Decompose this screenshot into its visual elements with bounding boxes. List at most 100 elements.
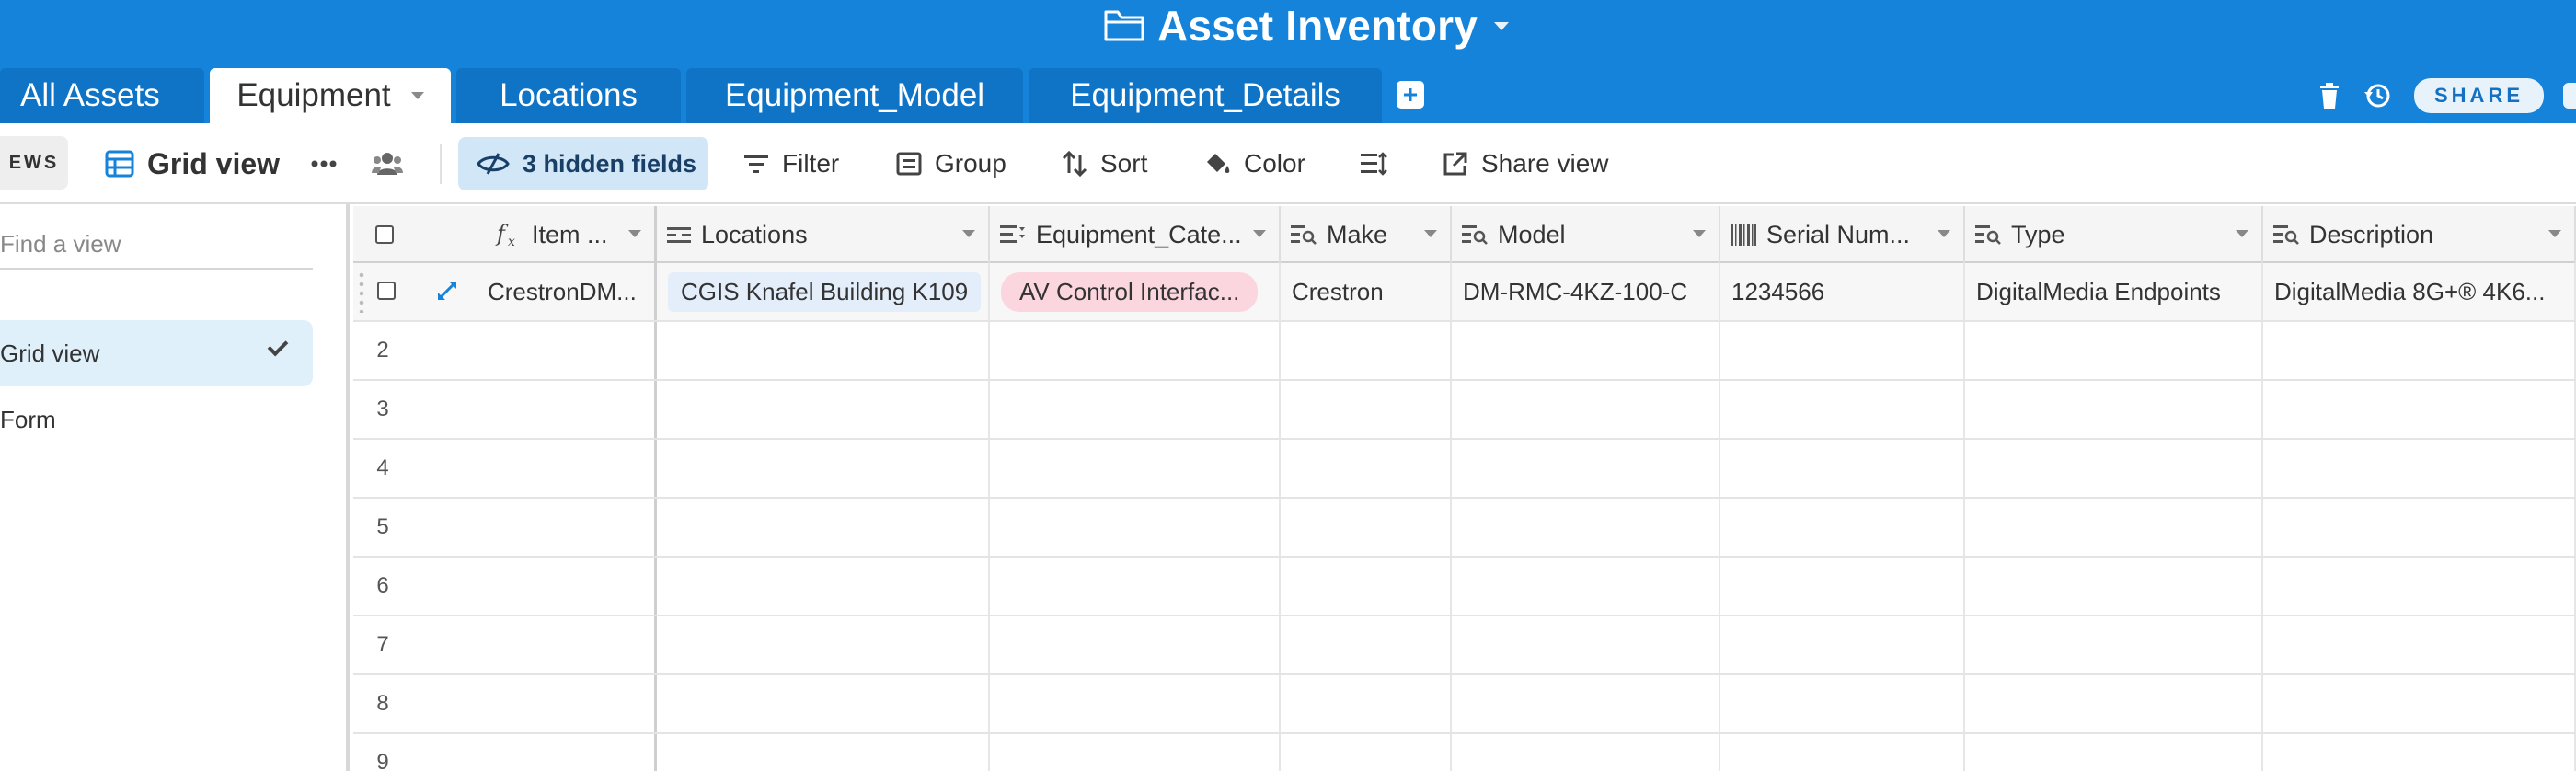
category-cell[interactable] bbox=[990, 440, 1281, 497]
hidden-fields-button[interactable]: 3 hidden fields bbox=[458, 137, 708, 190]
model-cell[interactable] bbox=[1452, 381, 1720, 438]
table-row[interactable]: 3 bbox=[353, 381, 2576, 440]
column-header-make[interactable]: Make bbox=[1281, 206, 1452, 263]
make-cell[interactable] bbox=[1281, 734, 1452, 771]
view-switcher[interactable]: Grid view bbox=[105, 123, 280, 204]
serial-cell[interactable] bbox=[1720, 734, 1965, 771]
description-cell[interactable] bbox=[2263, 616, 2576, 673]
column-header-locations[interactable]: Locations bbox=[657, 206, 990, 263]
make-cell[interactable] bbox=[1281, 381, 1452, 438]
serial-cell[interactable] bbox=[1720, 322, 1965, 379]
chevron-down-icon[interactable] bbox=[1938, 230, 1950, 237]
sidebar-item-form[interactable]: Form bbox=[0, 386, 313, 453]
base-title-button[interactable]: Asset Inventory bbox=[1104, 1, 1510, 51]
type-cell[interactable]: DigitalMedia Endpoints bbox=[1965, 263, 2263, 320]
column-header-description[interactable]: Description bbox=[2263, 206, 2576, 263]
category-cell[interactable] bbox=[990, 734, 1281, 771]
add-table-button[interactable] bbox=[1397, 81, 1424, 109]
tab-all-assets[interactable]: All Assets bbox=[0, 68, 204, 123]
sort-button[interactable]: Sort bbox=[1062, 123, 1147, 204]
category-cell[interactable]: AV Control Interfac... bbox=[990, 263, 1281, 320]
make-cell[interactable] bbox=[1281, 558, 1452, 615]
description-cell[interactable] bbox=[2263, 675, 2576, 732]
model-cell[interactable] bbox=[1452, 440, 1720, 497]
table-row[interactable]: 2 bbox=[353, 322, 2576, 381]
share-view-button[interactable]: Share view bbox=[1443, 123, 1609, 204]
select-all-checkbox[interactable] bbox=[375, 225, 394, 244]
serial-cell[interactable] bbox=[1720, 381, 1965, 438]
description-cell[interactable]: DigitalMedia 8G+® 4K6... bbox=[2263, 263, 2576, 320]
model-cell[interactable] bbox=[1452, 734, 1720, 771]
serial-cell[interactable] bbox=[1720, 440, 1965, 497]
description-cell[interactable] bbox=[2263, 734, 2576, 771]
category-cell[interactable] bbox=[990, 499, 1281, 556]
model-cell[interactable] bbox=[1452, 675, 1720, 732]
chevron-down-icon[interactable] bbox=[2236, 230, 2248, 237]
find-view-input[interactable]: Find a view bbox=[0, 221, 313, 270]
expand-icon[interactable] bbox=[436, 280, 458, 302]
description-cell[interactable] bbox=[2263, 322, 2576, 379]
type-cell[interactable] bbox=[1965, 440, 2263, 497]
serial-cell[interactable] bbox=[1720, 558, 1965, 615]
category-cell[interactable] bbox=[990, 675, 1281, 732]
location-cell[interactable] bbox=[657, 499, 990, 556]
model-cell[interactable] bbox=[1452, 616, 1720, 673]
filter-button[interactable]: Filter bbox=[743, 123, 839, 204]
item-cell[interactable]: CrestronDM... bbox=[488, 263, 653, 320]
model-cell[interactable]: DM-RMC-4KZ-100-C bbox=[1452, 263, 1720, 320]
trash-icon[interactable] bbox=[2318, 82, 2340, 109]
make-cell[interactable]: Crestron bbox=[1281, 263, 1452, 320]
location-cell[interactable] bbox=[657, 558, 990, 615]
drag-handle-icon[interactable] bbox=[359, 270, 364, 313]
category-cell[interactable] bbox=[990, 381, 1281, 438]
chevron-down-icon[interactable] bbox=[410, 92, 424, 99]
make-cell[interactable] bbox=[1281, 675, 1452, 732]
make-cell[interactable] bbox=[1281, 616, 1452, 673]
model-cell[interactable] bbox=[1452, 322, 1720, 379]
tab-equipment-details[interactable]: Equipment_Details bbox=[1029, 68, 1382, 123]
category-cell[interactable] bbox=[990, 558, 1281, 615]
chevron-down-icon[interactable] bbox=[628, 230, 641, 237]
group-button[interactable]: Group bbox=[896, 123, 1006, 204]
chevron-down-icon[interactable] bbox=[1424, 230, 1437, 237]
chevron-down-icon[interactable] bbox=[1253, 230, 1266, 237]
collaborators-button[interactable] bbox=[372, 123, 403, 204]
model-cell[interactable] bbox=[1452, 499, 1720, 556]
table-row[interactable]: 7 bbox=[353, 616, 2576, 675]
make-cell[interactable] bbox=[1281, 499, 1452, 556]
serial-cell[interactable] bbox=[1720, 675, 1965, 732]
category-cell[interactable] bbox=[990, 322, 1281, 379]
table-row[interactable]: 6 bbox=[353, 558, 2576, 616]
table-row[interactable]: 5 bbox=[353, 499, 2576, 558]
location-cell[interactable] bbox=[657, 616, 990, 673]
serial-cell[interactable]: 1234566 bbox=[1720, 263, 1965, 320]
sidebar-item-grid-view[interactable]: Grid view bbox=[0, 320, 313, 386]
location-chip[interactable]: CGIS Knafel Building K109 bbox=[668, 271, 982, 312]
description-cell[interactable] bbox=[2263, 440, 2576, 497]
views-toggle-button[interactable]: EWS bbox=[0, 136, 68, 190]
chevron-down-icon[interactable] bbox=[2548, 230, 2561, 237]
table-row[interactable]: 9 bbox=[353, 734, 2576, 771]
tab-locations[interactable]: Locations bbox=[456, 68, 681, 123]
location-cell[interactable] bbox=[657, 734, 990, 771]
tab-equipment[interactable]: Equipment bbox=[210, 68, 451, 123]
category-cell[interactable] bbox=[990, 616, 1281, 673]
type-cell[interactable] bbox=[1965, 734, 2263, 771]
chevron-down-icon[interactable] bbox=[1693, 230, 1706, 237]
table-row[interactable]: 4 bbox=[353, 440, 2576, 499]
tab-equipment-model[interactable]: Equipment_Model bbox=[686, 68, 1023, 123]
history-icon[interactable] bbox=[2363, 81, 2392, 110]
row-height-button[interactable] bbox=[1360, 123, 1387, 204]
column-header-serial-number[interactable]: Serial Num... bbox=[1720, 206, 1965, 263]
type-cell[interactable] bbox=[1965, 558, 2263, 615]
chevron-down-icon[interactable] bbox=[962, 230, 975, 237]
type-cell[interactable] bbox=[1965, 499, 2263, 556]
view-menu-button[interactable] bbox=[311, 123, 337, 204]
description-cell[interactable] bbox=[2263, 499, 2576, 556]
make-cell[interactable] bbox=[1281, 322, 1452, 379]
type-cell[interactable] bbox=[1965, 381, 2263, 438]
type-cell[interactable] bbox=[1965, 322, 2263, 379]
share-button[interactable]: SHARE bbox=[2414, 78, 2545, 113]
column-header-type[interactable]: Type bbox=[1965, 206, 2263, 263]
table-row[interactable]: CrestronDM... CGIS Knafel Building K109 … bbox=[353, 263, 2576, 322]
